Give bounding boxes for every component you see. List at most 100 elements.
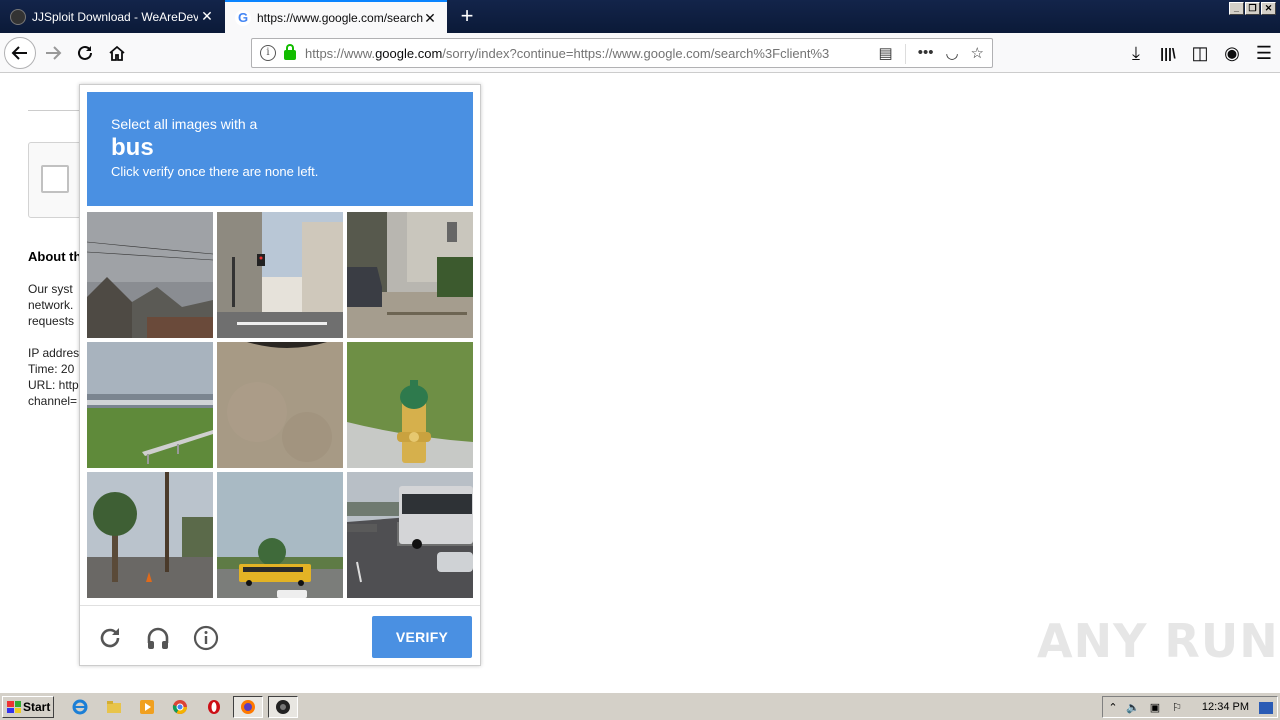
image-tile-rooftops[interactable] <box>87 212 213 338</box>
body-line: network. <box>28 298 74 312</box>
close-window-button[interactable]: ✕ <box>1261 2 1276 15</box>
site-info-icon[interactable]: i <box>260 45 276 61</box>
audio-challenge-button[interactable] <box>144 624 172 652</box>
info-icon <box>193 625 219 651</box>
image-tile-fire-hydrant[interactable] <box>347 342 473 468</box>
image-tile-school-bus[interactable] <box>217 472 343 598</box>
opera-icon[interactable] <box>204 697 224 717</box>
image-tile-palm-tree[interactable] <box>87 472 213 598</box>
url-line: URL: http <box>28 378 79 392</box>
reload-icon <box>78 45 92 60</box>
image-tile-highway-bus[interactable] <box>347 472 473 598</box>
navigation-toolbar: i https://www.google.com/sorry/index?con… <box>0 33 1280 73</box>
new-tab-button[interactable]: + <box>455 4 479 28</box>
firefox-icon <box>241 700 255 714</box>
ie-icon[interactable] <box>70 697 90 717</box>
challenge-subtext: Click verify once there are none left. <box>111 164 319 179</box>
page-content: About th Our syst network. requests IP a… <box>0 74 1280 692</box>
window-controls: _ ❐ ✕ <box>1229 2 1276 15</box>
hamburger-menu-icon: ☰ <box>1255 42 1273 63</box>
media-player-icon[interactable] <box>137 697 157 717</box>
network-icon[interactable]: ▣ <box>1147 700 1163 716</box>
downloads-button[interactable]: ⤓ <box>1120 38 1152 68</box>
refresh-icon <box>100 628 120 648</box>
forward-arrow-icon <box>46 46 62 60</box>
ip-address-line: IP addres <box>28 346 80 360</box>
time-line: Time: 20 <box>28 362 75 376</box>
system-tray: ⌃ 🔈 ▣ ⚐ 12:34 PM <box>1102 696 1278 718</box>
about-heading: About th <box>28 249 82 264</box>
library-button[interactable]: |||\ <box>1152 38 1184 68</box>
account-button[interactable]: ◉ <box>1216 38 1248 68</box>
tab-bar: JJSploit Download - WeAreDevs ✕ G https:… <box>0 0 1280 33</box>
url-domain: google.com <box>375 45 443 61</box>
verify-button[interactable]: VERIFY <box>372 616 472 658</box>
url-path: /sorry/index?continue=https://www.google… <box>442 45 830 61</box>
file-explorer-icon[interactable] <box>104 697 124 717</box>
menu-button[interactable]: ☰ <box>1248 38 1280 68</box>
taskbar-app-button[interactable] <box>268 696 298 718</box>
back-arrow-icon <box>11 46 27 60</box>
home-icon <box>109 45 125 61</box>
tab-jjsploit[interactable]: JJSploit Download - WeAreDevs ✕ <box>0 0 224 33</box>
app-icon <box>276 700 290 714</box>
image-tile-intersection[interactable] <box>217 212 343 338</box>
tab-title: JJSploit Download - WeAreDevs <box>32 9 198 24</box>
close-tab-icon[interactable]: ✕ <box>200 9 214 23</box>
recaptcha-checkbox[interactable] <box>41 165 69 193</box>
restore-button[interactable]: ❐ <box>1245 2 1260 15</box>
image-tile-highway-guardrail[interactable] <box>87 342 213 468</box>
image-tile-pavement[interactable] <box>217 342 343 468</box>
download-arrow-icon: ⤓ <box>1132 42 1140 63</box>
taskbar-firefox-button[interactable] <box>233 696 263 718</box>
wearedevs-favicon-icon <box>10 8 26 25</box>
minimize-button[interactable]: _ <box>1229 2 1244 15</box>
back-button[interactable] <box>4 37 36 69</box>
reload-button[interactable] <box>70 38 100 68</box>
tab-title: https://www.google.com/search?c <box>257 10 423 25</box>
help-button[interactable] <box>192 624 220 652</box>
url-actions: ▤ ••• ◡ ☆ <box>879 44 984 64</box>
toolbar-right: ⤓ |||\ ◫ ◉ ☰ <box>1120 38 1280 68</box>
close-tab-icon[interactable]: ✕ <box>423 11 437 25</box>
account-icon: ◉ <box>1224 42 1240 63</box>
lock-icon[interactable] <box>284 44 296 60</box>
reader-view-icon[interactable]: ▤ <box>879 44 893 64</box>
forward-button[interactable] <box>38 38 68 68</box>
sidebar-icon: ◫ <box>1191 42 1209 63</box>
challenge-header: Select all images with a bus Click verif… <box>87 92 473 206</box>
start-label: Start <box>23 700 51 714</box>
windows-logo-icon <box>7 701 21 713</box>
divider <box>904 44 906 64</box>
sidebar-button[interactable]: ◫ <box>1184 38 1216 68</box>
clock: 12:34 PM <box>1201 701 1249 713</box>
challenge-instruction: Select all images with a <box>111 116 258 132</box>
headphones-icon <box>147 627 169 649</box>
body-line: requests <box>28 314 75 328</box>
channel-line: channel= <box>28 394 78 408</box>
address-bar[interactable]: i https://www.google.com/sorry/index?con… <box>251 38 993 68</box>
bookmark-star-icon[interactable]: ☆ <box>971 44 984 64</box>
action-center-flag-icon[interactable]: ⚐ <box>1169 700 1185 716</box>
url-prefix: https://www. <box>305 45 376 61</box>
windows-taskbar: Start ⌃ 🔈 ▣ ⚐ 12:34 PM <box>0 692 1280 720</box>
challenge-footer: VERIFY <box>80 605 480 667</box>
library-icon: |||\ <box>1160 45 1176 61</box>
url-text[interactable]: https://www.google.com/sorry/index?conti… <box>305 46 840 61</box>
anyrun-watermark: ANY RUN <box>1037 614 1279 668</box>
volume-icon[interactable]: 🔈 <box>1125 700 1141 716</box>
google-favicon-icon: G <box>235 9 251 26</box>
tab-google[interactable]: G https://www.google.com/search?c ✕ <box>225 0 447 33</box>
tray-expand-icon[interactable]: ⌃ <box>1105 700 1121 716</box>
reload-challenge-button[interactable] <box>96 624 124 652</box>
start-button[interactable]: Start <box>2 696 54 718</box>
show-desktop-icon[interactable] <box>1259 702 1273 714</box>
home-button[interactable] <box>102 38 132 68</box>
image-tile-car[interactable] <box>347 212 473 338</box>
challenge-keyword: bus <box>111 134 154 161</box>
body-line: Our syst <box>28 282 73 296</box>
chrome-icon[interactable] <box>170 697 190 717</box>
page-actions-icon[interactable]: ••• <box>918 44 934 64</box>
recaptcha-challenge-popup: Select all images with a bus Click verif… <box>79 84 481 666</box>
pocket-icon[interactable]: ◡ <box>945 44 958 64</box>
